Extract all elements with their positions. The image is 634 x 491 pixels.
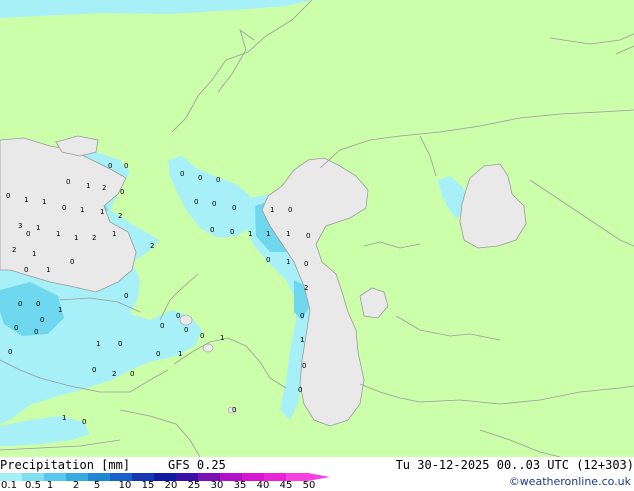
value-label: 0	[302, 362, 306, 370]
value-label: 0	[130, 370, 134, 378]
value-label: 1	[286, 258, 290, 266]
value-label: 1	[112, 230, 116, 238]
value-label: 0	[14, 324, 18, 332]
value-label: 0	[304, 260, 308, 268]
value-label: 0	[18, 300, 22, 308]
value-label: 1	[74, 234, 78, 242]
value-label: 0	[176, 312, 180, 320]
value-label: 0	[6, 192, 10, 200]
footer: Precipitation [mm] GFS 0.25 Tu 30-12-202…	[0, 457, 634, 491]
value-label: 0	[298, 386, 302, 394]
value-label: 1	[178, 350, 182, 358]
value-label: 0	[70, 258, 74, 266]
value-label: 1	[300, 336, 304, 344]
value-label: 1	[266, 230, 270, 238]
value-label: 2	[112, 370, 116, 378]
value-label: 1	[56, 230, 60, 238]
value-label: 2	[150, 242, 154, 250]
precipitation-map: 0 00 1 2 00 1 10 1 1 23 11 1 20 12 1200 0 00 0 0 1 00 0 1 1 1 00 1…	[0, 0, 634, 457]
model-name: GFS 0.25	[168, 458, 226, 472]
value-label: 0	[200, 332, 204, 340]
value-label: 0	[120, 188, 124, 196]
value-label: 0	[24, 266, 28, 274]
value-label: 2	[304, 284, 308, 292]
value-label: 0	[36, 300, 40, 308]
value-label: 0	[160, 322, 164, 330]
value-label: 0	[232, 204, 236, 212]
value-label: 1	[248, 230, 252, 238]
value-label: 1	[270, 206, 274, 214]
value-label: 0	[306, 232, 310, 240]
product-title: Precipitation [mm]	[0, 458, 131, 472]
value-label: 1	[86, 182, 90, 190]
value-label: 1	[96, 340, 100, 348]
value-label: 0	[124, 292, 128, 300]
value-label: 0	[180, 170, 184, 178]
value-label: 1	[36, 224, 40, 232]
value-label: 0	[212, 200, 216, 208]
value-label: 0	[82, 418, 86, 426]
value-label: 1	[80, 206, 84, 214]
lake-1	[179, 314, 193, 326]
credit-link[interactable]: ©weatheronline.co.uk	[509, 475, 631, 489]
value-label: 0	[26, 230, 30, 238]
value-label: 0	[232, 406, 236, 414]
value-label: 0	[8, 348, 12, 356]
value-label: 0	[156, 350, 160, 358]
value-label: 1	[42, 198, 46, 206]
value-label: 3	[18, 222, 22, 230]
value-label: 2	[92, 234, 96, 242]
value-label: 0	[198, 174, 202, 182]
valid-datetime: Tu 30-12-2025 00..03 UTC (12+303)	[395, 458, 634, 472]
value-label: 1	[46, 266, 50, 274]
value-label: 2	[118, 212, 122, 220]
value-label: 0	[216, 176, 220, 184]
value-label: 0	[118, 340, 122, 348]
value-label: 1	[100, 208, 104, 216]
value-label: 0	[300, 312, 304, 320]
value-label: 0	[194, 198, 198, 206]
value-label: 0	[34, 328, 38, 336]
value-label: 0	[108, 162, 112, 170]
value-label: 0	[230, 228, 234, 236]
value-label: 1	[62, 414, 66, 422]
value-label: 0	[184, 326, 188, 334]
value-label: 0	[66, 178, 70, 186]
value-label: 1	[58, 306, 62, 314]
value-label: 0	[210, 226, 214, 234]
value-label: 1	[32, 250, 36, 258]
value-label: 1	[24, 196, 28, 204]
value-label: 0	[40, 316, 44, 324]
value-label: 1	[286, 230, 290, 238]
value-label: 0	[62, 204, 66, 212]
value-label: 2	[102, 184, 106, 192]
value-label: 0	[266, 256, 270, 264]
value-label: 0	[92, 366, 96, 374]
value-label: 2	[12, 246, 16, 254]
value-label: 0	[288, 206, 292, 214]
value-label: 0	[124, 162, 128, 170]
value-label: 1	[220, 334, 224, 342]
